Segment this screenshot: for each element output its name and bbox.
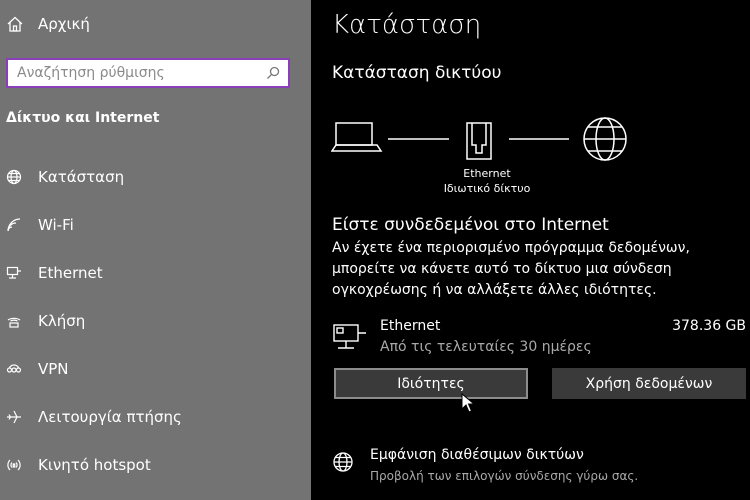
globe-icon: [333, 452, 353, 472]
network-status-heading: Κατάσταση δικτύου: [332, 63, 502, 83]
sidebar: Αρχική Αναζήτηση ρύθμισης Δίκτυο και Int…: [0, 0, 311, 500]
sidebar-item-label: Κινητό hotspot: [38, 456, 151, 474]
home-link[interactable]: Αρχική: [6, 15, 90, 33]
adapter-label: Ethernet Ιδιωτικό δίκτυο: [437, 166, 537, 196]
ethernet-adapter-icon: [333, 324, 366, 349]
laptop-icon: [331, 122, 383, 152]
data-usage-button[interactable]: Χρήση δεδομένων: [552, 368, 746, 399]
sidebar-item-label: VPN: [38, 360, 69, 378]
search-placeholder: Αναζήτηση ρύθμισης: [17, 65, 165, 81]
available-networks-title: Εμφάνιση διαθέσιμων δικτύων: [370, 447, 584, 463]
page-title: Κατάσταση: [332, 10, 482, 40]
usage-period: Από τις τελευταίες 30 ημέρες: [380, 339, 592, 355]
sidebar-item-label: Κλήση: [38, 312, 86, 330]
home-label: Αρχική: [38, 15, 90, 33]
dialup-icon: [7, 317, 21, 328]
internet-globe-icon: [583, 117, 627, 161]
hotspot-icon: [7, 459, 21, 471]
sidebar-item-status[interactable]: Κατάσταση: [6, 168, 124, 186]
main-panel: Κατάσταση Κατάσταση δικτύου Ethernet Ιδι…: [311, 0, 750, 500]
sidebar-item-label: Λειτουργία πτήσης: [38, 408, 182, 426]
search-icon: [267, 66, 280, 79]
connection-usage-row: Ethernet Από τις τελευταίες 30 ημέρες 37…: [332, 318, 746, 358]
sidebar-item-label: Wi-Fi: [38, 216, 74, 234]
sidebar-item-wifi[interactable]: Wi-Fi: [6, 216, 74, 234]
sidebar-item-label: Κατάσταση: [38, 168, 125, 186]
globe-icon: [6, 169, 22, 185]
mouse-cursor-icon: [461, 393, 475, 413]
section-title: Δίκτυο και Internet: [6, 110, 160, 126]
available-networks-subtitle: Προβολή των επιλογών σύνδεσης γύρω σας.: [370, 469, 639, 483]
connection-status-text: Είστε συνδεδεμένοι στο Internet: [332, 215, 609, 235]
search-box[interactable]: Αναζήτηση ρύθμισης: [6, 58, 290, 88]
connection-name: Ethernet: [380, 318, 441, 334]
wifi-icon: [7, 218, 21, 232]
properties-button[interactable]: Ιδιότητες: [334, 368, 528, 399]
data-usage-amount: 378.36 GB: [672, 318, 746, 334]
sidebar-item-ethernet[interactable]: Ethernet: [6, 264, 103, 282]
sidebar-item-airplane[interactable]: Λειτουργία πτήσης: [6, 408, 182, 426]
home-icon: [7, 16, 23, 32]
vpn-icon: [6, 364, 22, 373]
sidebar-item-dialup[interactable]: Κλήση: [6, 312, 85, 330]
network-type: Ιδιωτικό δίκτυο: [443, 182, 531, 195]
sidebar-item-label: Ethernet: [38, 264, 103, 282]
ethernet-port-icon: [466, 122, 492, 160]
airplane-icon: [7, 410, 21, 424]
ethernet-icon: [6, 266, 21, 279]
adapter-name: Ethernet: [463, 167, 511, 180]
sidebar-item-vpn[interactable]: VPN: [6, 360, 69, 378]
sidebar-item-hotspot[interactable]: Κινητό hotspot: [6, 456, 151, 474]
metered-description: Αν έχετε ένα περιορισμένο πρόγραμμα δεδο…: [332, 240, 690, 298]
